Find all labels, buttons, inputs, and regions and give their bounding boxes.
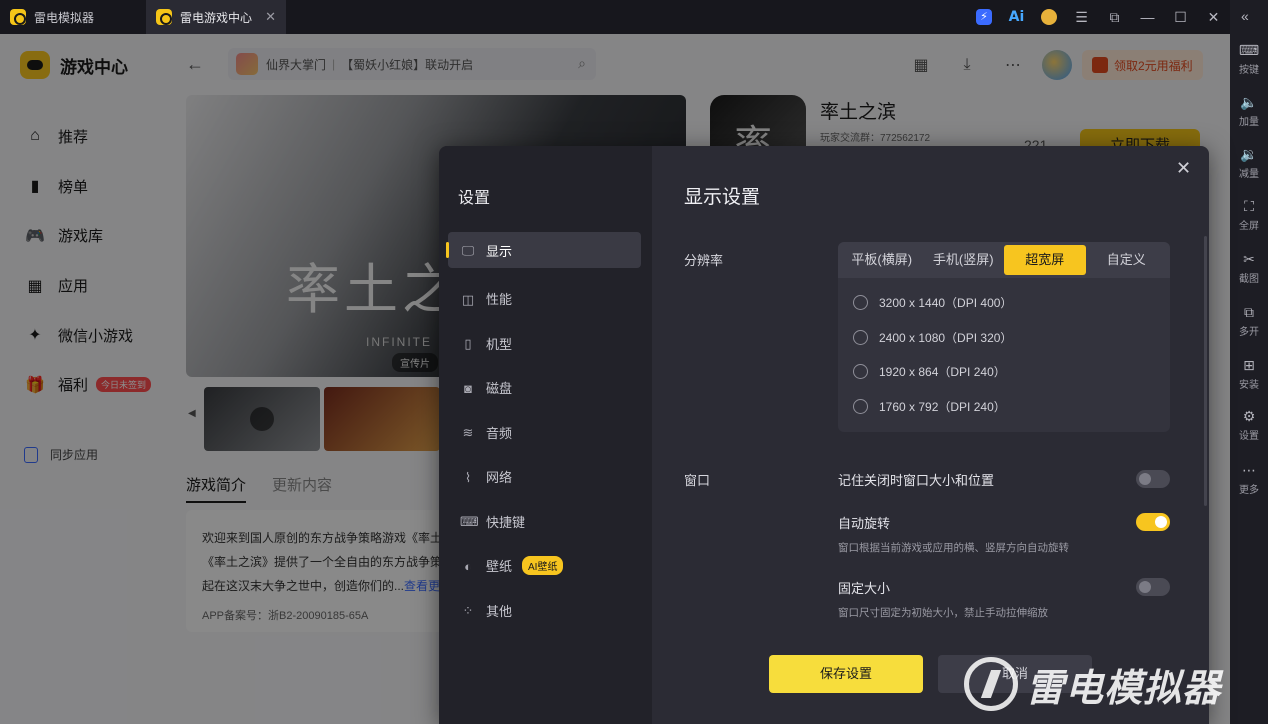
toolbar-settings[interactable]: ⚙ 设置	[1230, 408, 1268, 442]
auto-rotate-toggle[interactable]	[1136, 513, 1170, 531]
palette-icon: ◐	[464, 558, 472, 574]
remember-size-toggle[interactable]	[1136, 470, 1170, 488]
more-icon: ⋯	[1242, 462, 1256, 478]
toolbar-volume-up[interactable]: 🔈 加量	[1230, 94, 1268, 128]
radio-icon	[853, 329, 868, 345]
window-controls: ⚡ Ai ☰ ⧉ — ☐ ✕	[968, 0, 1230, 34]
toolbar-fullscreen[interactable]: ⛶ 全屏	[1230, 198, 1268, 232]
option-fixed-size: 固定大小 窗口尺寸固定为初始大小，禁止手动拉伸缩放	[838, 578, 1170, 620]
grid-icon: ⁘	[462, 603, 474, 619]
volume-down-icon: 🔉	[1240, 146, 1258, 162]
res-tab-tablet[interactable]: 平板(横屏)	[841, 245, 923, 275]
settings-tab-disk[interactable]: ◙ 磁盘	[448, 366, 641, 411]
fixed-size-toggle[interactable]	[1136, 578, 1170, 596]
settings-tab-display[interactable]: 🖵 显示	[446, 232, 641, 268]
collapse-icon[interactable]: «	[1241, 8, 1249, 24]
keyboard-icon: ⌨	[1238, 42, 1260, 58]
resolution-options: 3200 x 1440（DPI 400） 2400 x 1080（DPI 320…	[838, 278, 1170, 424]
watermark-text: 雷电模拟器	[1026, 665, 1222, 710]
toolbar-volume-down[interactable]: 🔉 减量	[1230, 146, 1268, 180]
settings-nav-panel: 设置 🖵 显示 ◫ 性能 ▯ 机型 ◙ 磁盘 ≋ 音频 ⌇ 网络 ⌨ 快捷键 ◐ 壁纸 AI壁纸 …	[439, 146, 652, 724]
option-remember-size: 记住关闭时窗口大小和位置	[838, 470, 1170, 489]
settings-dialog: 设置 🖵 显示 ◫ 性能 ▯ 机型 ◙ 磁盘 ≋ 音频 ⌇ 网络 ⌨ 快捷键 ◐ 壁纸 AI壁纸 …	[439, 146, 1209, 724]
minimize-icon[interactable]: —	[1131, 9, 1164, 25]
ldplayer-watermark-icon	[964, 657, 1018, 711]
display-settings-panel: 显示设置 ✕ 分辨率 平板(横屏) 手机(竖屏) 超宽屏 自定义 3200 x …	[652, 146, 1209, 724]
keyboard-icon: ⌨	[460, 514, 479, 530]
settings-tab-performance[interactable]: ◫ 性能	[448, 277, 641, 322]
resolution-option[interactable]: 1920 x 864（DPI 240）	[838, 354, 1170, 389]
wifi-icon: ⌇	[464, 469, 472, 485]
popout-icon[interactable]: ⧉	[1098, 9, 1131, 26]
res-tab-custom[interactable]: 自定义	[1086, 245, 1168, 275]
toolbar-more[interactable]: ⋯ 更多	[1230, 462, 1268, 496]
toolbar-screenshot[interactable]: ✂ 截图	[1230, 251, 1268, 285]
resolution-tabs: 平板(横屏) 手机(竖屏) 超宽屏 自定义	[838, 242, 1170, 278]
resolution-option[interactable]: 2400 x 1080（DPI 320）	[838, 320, 1170, 355]
close-icon[interactable]: ✕	[1176, 158, 1191, 179]
resolution-label: 分辨率	[684, 253, 724, 268]
res-tab-phone[interactable]: 手机(竖屏)	[923, 245, 1005, 275]
right-toolbar: « ⌨ 按键 🔈 加量 🔉 减量 ⛶ 全屏 ✂ 截图 ⧉ 多开 ⊞ 安装 ⚙ 设置 ⋯ 更多	[1230, 0, 1268, 724]
settings-tab-other[interactable]: ⁘ 其他	[448, 588, 641, 633]
radio-icon	[853, 364, 868, 380]
title-bar: 雷电模拟器 雷电游戏中心 ✕ ⚡ Ai ☰ ⧉ — ☐ ✕	[0, 0, 1268, 34]
fullscreen-icon: ⛶	[1244, 198, 1254, 214]
toolbar-keymap[interactable]: ⌨ 按键	[1230, 42, 1268, 76]
settings-tab-wallpaper[interactable]: ◐ 壁纸 AI壁纸	[448, 544, 641, 589]
install-icon: ⊞	[1243, 357, 1255, 373]
tab-label: 雷电模拟器	[34, 10, 95, 25]
watermark: 雷电模拟器	[964, 654, 1221, 714]
resolution-option[interactable]: 1760 x 792（DPI 240）	[838, 389, 1170, 424]
radio-icon	[853, 294, 868, 310]
window-label: 窗口	[684, 473, 711, 488]
disk-icon: ◙	[464, 380, 472, 396]
game-center-logo-icon	[156, 9, 172, 25]
tab-game-center[interactable]: 雷电游戏中心 ✕	[146, 0, 286, 34]
save-settings-button[interactable]: 保存设置	[769, 655, 923, 693]
settings-tab-audio[interactable]: ≋ 音频	[448, 410, 641, 455]
settings-title: 设置	[458, 190, 491, 207]
scrollbar[interactable]	[1204, 236, 1207, 506]
phone-icon: ▯	[464, 336, 472, 352]
settings-tab-network[interactable]: ⌇ 网络	[448, 455, 641, 500]
bolt-icon[interactable]: ⚡	[976, 9, 992, 25]
tab-emulator[interactable]: 雷电模拟器	[0, 0, 146, 34]
toolbar-install[interactable]: ⊞ 安装	[1230, 357, 1268, 391]
performance-icon: ◫	[461, 291, 475, 307]
tab-label: 雷电游戏中心	[180, 10, 253, 25]
resolution-option[interactable]: 3200 x 1440（DPI 400）	[838, 285, 1170, 320]
audio-wave-icon: ≋	[462, 425, 474, 441]
coin-icon[interactable]	[1041, 9, 1057, 25]
ai-wallpaper-badge: AI壁纸	[522, 556, 564, 576]
menu-icon[interactable]: ☰	[1065, 9, 1098, 26]
toolbar-multi-instance[interactable]: ⧉ 多开	[1230, 304, 1268, 338]
maximize-icon[interactable]: ☐	[1164, 9, 1197, 26]
option-auto-rotate: 自动旋转 窗口根据当前游戏或应用的横、竖屏方向自动旋转	[838, 513, 1170, 555]
ai-icon[interactable]: Ai	[1000, 9, 1033, 25]
radio-icon	[853, 398, 868, 414]
settings-tab-model[interactable]: ▯ 机型	[448, 321, 641, 366]
scissors-icon: ✂	[1243, 251, 1255, 267]
settings-tab-shortcuts[interactable]: ⌨ 快捷键	[448, 499, 641, 544]
volume-up-icon: 🔈	[1240, 94, 1258, 110]
multi-instance-icon: ⧉	[1244, 304, 1254, 320]
resolution-box: 平板(横屏) 手机(竖屏) 超宽屏 自定义 3200 x 1440（DPI 40…	[838, 242, 1170, 432]
ldplayer-logo-icon	[10, 9, 26, 25]
panel-title: 显示设置	[684, 187, 761, 208]
settings-nav: 🖵 显示 ◫ 性能 ▯ 机型 ◙ 磁盘 ≋ 音频 ⌇ 网络 ⌨ 快捷键 ◐ 壁纸 AI壁纸 ⁘ 其他	[446, 232, 641, 633]
gear-icon: ⚙	[1242, 408, 1256, 424]
window-close-icon[interactable]: ✕	[1197, 9, 1230, 26]
monitor-icon: 🖵	[461, 243, 475, 258]
res-tab-ultrawide[interactable]: 超宽屏	[1004, 245, 1086, 275]
close-icon[interactable]: ✕	[265, 9, 276, 25]
